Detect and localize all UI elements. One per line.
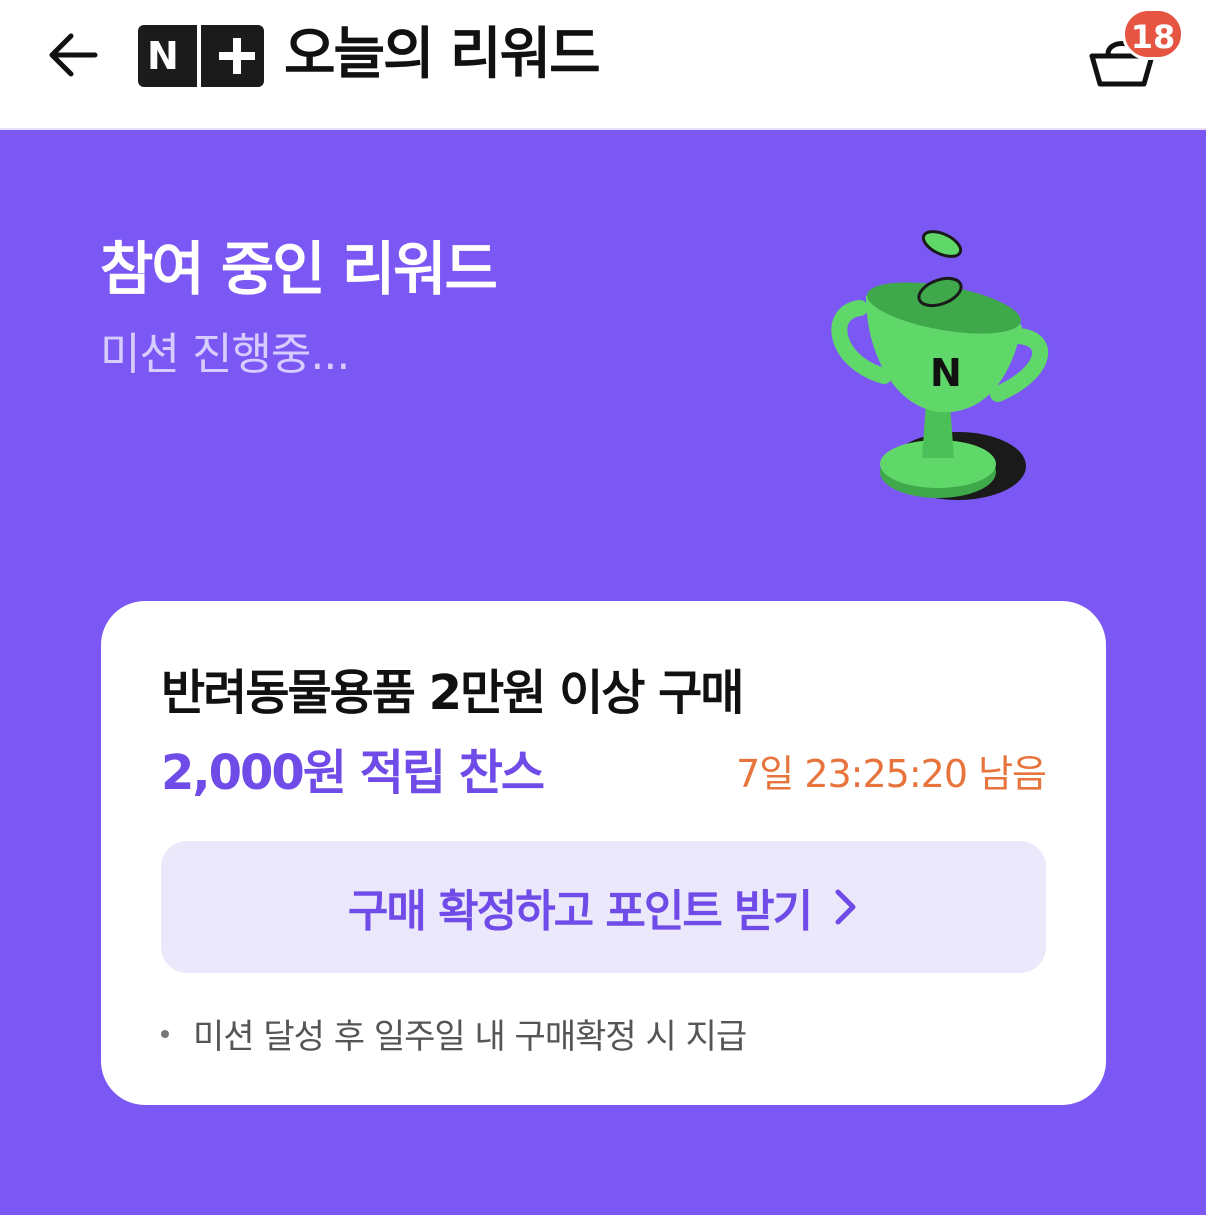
naver-plus-logo: N xyxy=(138,25,264,87)
payout-note: 미션 달성 후 일주일 내 구매확정 시 지급 xyxy=(161,1009,747,1058)
bullet-dot xyxy=(161,1029,169,1038)
reward-amount: 2,000원 적립 찬스 xyxy=(161,745,545,801)
note-text: 미션 달성 후 일주일 내 구매확정 시 지급 xyxy=(193,1017,747,1057)
hero-title: 참여 중인 리워드 xyxy=(100,235,498,303)
back-button[interactable] xyxy=(40,22,106,88)
trophy-icon: N xyxy=(831,230,1049,500)
hero-subtitle: 미션 진행중... xyxy=(100,329,350,380)
mission-title: 반려동물용품 2만원 이상 구매 xyxy=(161,665,744,721)
page-title: 오늘의 리워드 xyxy=(284,22,601,87)
logo-letter: N xyxy=(147,34,179,78)
logo-divider xyxy=(196,25,201,87)
svg-text:N: N xyxy=(930,351,962,395)
cta-label: 구매 확정하고 포인트 받기 xyxy=(347,886,813,937)
confirm-purchase-button[interactable]: 구매 확정하고 포인트 받기 xyxy=(161,841,1046,973)
chevron-right-icon xyxy=(833,887,859,927)
arrow-left-icon xyxy=(49,33,98,77)
cart-count-badge: 18 xyxy=(1122,8,1184,60)
time-remaining: 7일 23:25:20 남음 xyxy=(736,752,1047,796)
top-header: N 오늘의 리워드 18 xyxy=(0,0,1206,130)
plus-icon xyxy=(218,38,255,74)
reward-card: 반려동물용품 2만원 이상 구매 2,000원 적립 찬스 7일 23:25:2… xyxy=(101,601,1106,1105)
